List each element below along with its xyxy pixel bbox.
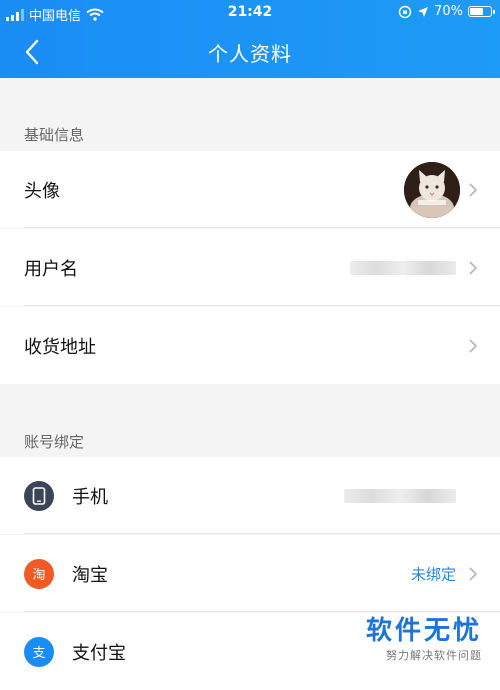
chevron-right-icon	[469, 260, 478, 275]
taobao-icon: 淘	[24, 558, 54, 589]
taobao-status: 未绑定	[410, 565, 456, 583]
status-bar: 中国电信 21:42 70%	[0, 0, 500, 26]
battery-fill	[470, 8, 483, 15]
battery-icon	[468, 6, 495, 17]
divider	[24, 227, 500, 228]
page-title: 个人资料	[208, 42, 292, 66]
row-taobao[interactable]: 淘 淘宝 未绑定	[0, 535, 500, 612]
avatar-label: 头像	[24, 180, 60, 202]
row-avatar[interactable]: 头像	[0, 151, 500, 228]
nav-bar: 个人资料	[0, 26, 500, 78]
status-right: 70%	[398, 4, 495, 19]
chevron-right-icon	[469, 182, 478, 197]
location-arrow-icon	[418, 6, 429, 17]
watermark-title: 软件无忧	[365, 616, 482, 646]
chevron-right-icon	[469, 566, 478, 581]
username-value-redacted	[350, 260, 456, 275]
divider	[24, 305, 500, 306]
section-basic-info: 基础信息	[24, 126, 85, 144]
avatar-image	[404, 161, 460, 218]
section-account-binding: 账号绑定	[24, 433, 85, 451]
watermark-subtitle: 努力解决软件问题	[386, 649, 482, 662]
username-label: 用户名	[24, 258, 78, 280]
address-label: 收货地址	[24, 336, 96, 358]
alipay-icon: 支	[24, 636, 54, 667]
alipay-icon-text: 支	[32, 646, 46, 661]
avatar[interactable]	[404, 161, 460, 218]
phone-icon	[24, 480, 54, 511]
phone-label: 手机	[72, 486, 108, 508]
row-address[interactable]: 收货地址	[0, 307, 500, 384]
battery-percent: 70%	[434, 4, 463, 19]
chevron-right-icon	[469, 338, 478, 353]
row-username[interactable]: 用户名	[0, 229, 500, 306]
divider	[24, 533, 500, 534]
watermark: 软件无忧 努力解决软件问题	[366, 610, 482, 663]
rotation-lock-icon	[398, 5, 412, 18]
taobao-label: 淘宝	[72, 564, 108, 586]
alipay-label: 支付宝	[72, 642, 126, 664]
taobao-icon-text: 淘	[32, 568, 46, 583]
row-phone[interactable]: 手机	[0, 457, 500, 534]
phone-value-redacted	[344, 488, 456, 503]
header: 中国电信 21:42 70% 个人资料	[0, 0, 500, 78]
